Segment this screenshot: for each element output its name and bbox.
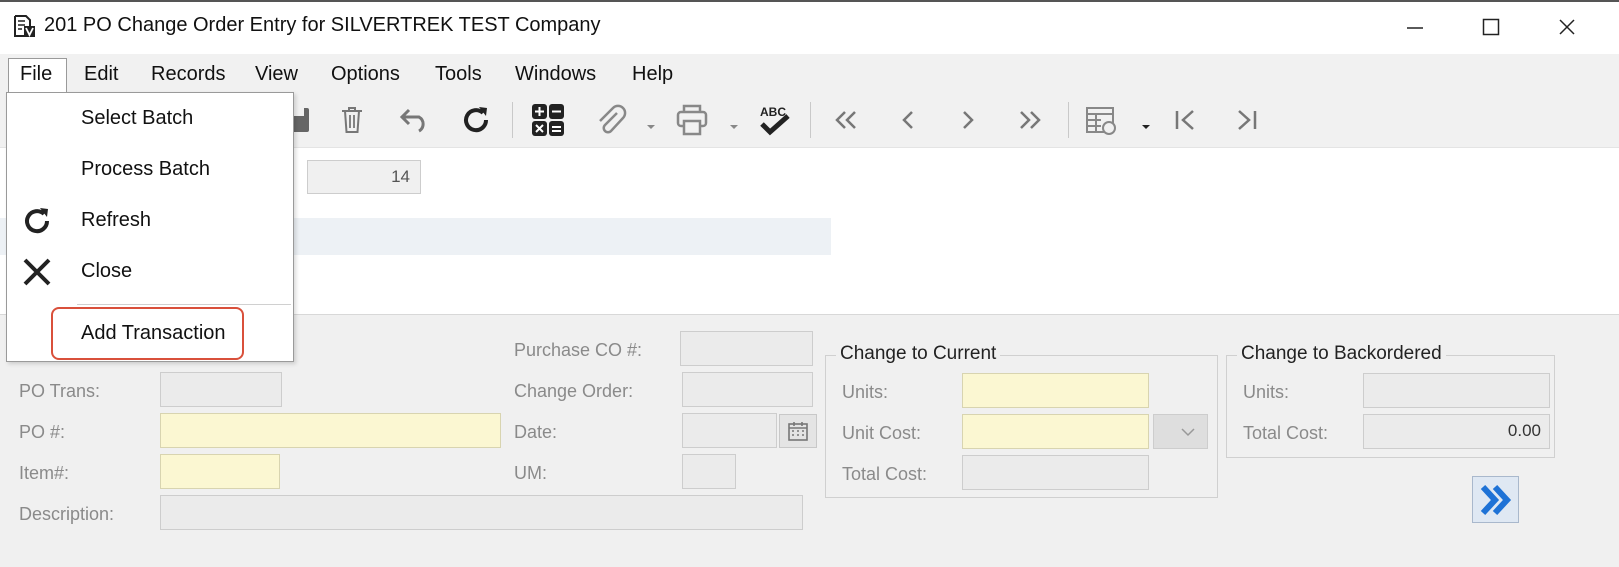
- current-total-cost-label: Total Cost:: [842, 464, 928, 484]
- next-record-icon[interactable]: [948, 100, 988, 140]
- change-to-current-group: Change to Current Units: Unit Cost: Tota…: [825, 343, 1218, 498]
- window-close-button[interactable]: [1549, 10, 1585, 44]
- purchase-co-field[interactable]: [680, 331, 813, 366]
- current-units-label: Units:: [842, 382, 889, 402]
- grid-settings-icon[interactable]: [1082, 100, 1122, 140]
- change-order-label: Change Order:: [514, 381, 634, 401]
- go-last-icon[interactable]: [1226, 100, 1266, 140]
- menu-item-process-batch[interactable]: Process Batch: [81, 158, 210, 181]
- calculator-icon[interactable]: [528, 100, 568, 140]
- chevron-down-icon: [1181, 427, 1195, 436]
- attachment-icon[interactable]: [590, 100, 630, 140]
- window-title: 201 PO Change Order Entry for SILVERTREK…: [44, 14, 601, 36]
- po-trans-label: PO Trans:: [19, 381, 101, 401]
- menu-item-select-batch[interactable]: Select Batch: [81, 107, 193, 130]
- batch-number-field[interactable]: 14: [307, 160, 421, 194]
- date-field[interactable]: [682, 413, 777, 448]
- current-unit-cost-field[interactable]: [962, 414, 1149, 449]
- um-label: UM:: [514, 463, 547, 483]
- unit-cost-dropdown[interactable]: [1153, 414, 1208, 449]
- menu-options[interactable]: Options: [331, 60, 400, 90]
- backordered-total-cost-field[interactable]: 0.00: [1363, 414, 1550, 449]
- print-dropdown-icon[interactable]: [729, 116, 739, 129]
- minimize-button[interactable]: [1397, 10, 1433, 44]
- next-step-button[interactable]: [1472, 476, 1519, 523]
- description-field[interactable]: [160, 495, 803, 530]
- backordered-units-field[interactable]: [1363, 373, 1550, 408]
- close-x-icon: [17, 252, 57, 292]
- po-number-label: PO #:: [19, 422, 66, 442]
- svg-text:ABC: ABC: [760, 105, 786, 119]
- document-v-icon[interactable]: [12, 14, 36, 38]
- double-chevron-right-icon: [1480, 484, 1511, 515]
- close-icon: [1559, 19, 1575, 35]
- calendar-button[interactable]: [779, 414, 817, 448]
- undo-icon[interactable]: [394, 100, 434, 140]
- menu-windows[interactable]: Windows: [515, 60, 596, 90]
- menu-file[interactable]: File: [8, 58, 67, 92]
- backordered-units-label: Units:: [1243, 382, 1290, 402]
- change-to-current-title: Change to Current: [836, 343, 1001, 365]
- item-number-field[interactable]: [160, 454, 280, 489]
- purchase-co-label: Purchase CO #:: [514, 340, 643, 360]
- calendar-icon: [788, 422, 808, 441]
- menu-view[interactable]: View: [255, 60, 298, 90]
- current-units-field[interactable]: [962, 373, 1149, 408]
- delete-icon[interactable]: [332, 100, 372, 140]
- current-unit-cost-label: Unit Cost:: [842, 423, 922, 443]
- um-field[interactable]: [682, 454, 736, 489]
- maximize-button[interactable]: [1473, 10, 1509, 44]
- po-number-field[interactable]: [160, 413, 501, 448]
- menu-help[interactable]: Help: [632, 60, 673, 90]
- current-total-cost-field[interactable]: [962, 455, 1149, 490]
- menu-bar: File Edit Records View Options Tools Win…: [0, 54, 1619, 92]
- refresh-icon: [17, 201, 57, 241]
- item-label: Item#:: [19, 463, 70, 483]
- file-menu-dropdown: Select Batch Process Batch Refresh Close…: [6, 92, 294, 362]
- date-label: Date:: [514, 422, 558, 442]
- backordered-total-cost-label: Total Cost:: [1243, 423, 1329, 443]
- maximize-icon: [1482, 18, 1500, 36]
- change-order-field[interactable]: [682, 372, 813, 407]
- print-icon[interactable]: [672, 100, 712, 140]
- menu-tools[interactable]: Tools: [435, 60, 482, 90]
- menu-records[interactable]: Records: [151, 60, 225, 90]
- change-to-backordered-title: Change to Backordered: [1237, 343, 1446, 365]
- refresh-icon[interactable]: [456, 100, 496, 140]
- minimize-icon: [1407, 27, 1423, 29]
- menu-edit[interactable]: Edit: [84, 60, 118, 90]
- go-first-icon[interactable]: [1166, 100, 1206, 140]
- description-label: Description:: [19, 504, 115, 524]
- menu-separator: [77, 304, 291, 305]
- attachment-dropdown-icon[interactable]: [646, 116, 656, 129]
- first-record-icon[interactable]: [826, 100, 866, 140]
- spellcheck-icon[interactable]: ABC: [754, 100, 794, 140]
- last-record-icon[interactable]: [1010, 100, 1050, 140]
- change-to-backordered-group: Change to Backordered Units: Total Cost:…: [1226, 343, 1555, 458]
- menu-item-add-transaction[interactable]: Add Transaction: [81, 322, 226, 345]
- grid-dropdown-icon[interactable]: [1141, 116, 1151, 129]
- po-trans-field[interactable]: [160, 372, 282, 407]
- menu-item-refresh[interactable]: Refresh: [81, 209, 151, 232]
- previous-record-icon[interactable]: [888, 100, 928, 140]
- menu-item-close[interactable]: Close: [81, 260, 132, 283]
